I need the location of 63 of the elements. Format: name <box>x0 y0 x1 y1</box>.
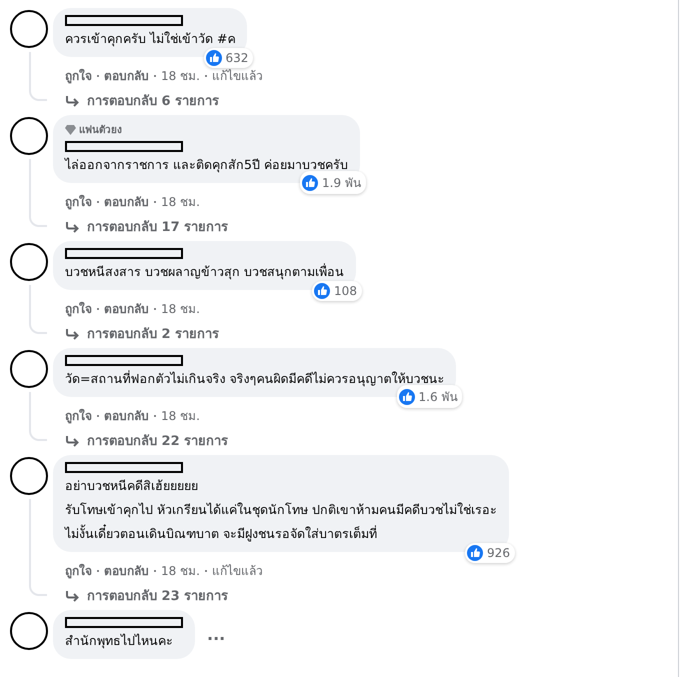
thread-line <box>29 392 47 441</box>
reply-link[interactable]: ตอบกลับ <box>104 66 149 85</box>
reply-arrow-icon <box>65 328 79 340</box>
like-link[interactable]: ถูกใจ <box>65 192 92 211</box>
avatar[interactable] <box>10 10 48 48</box>
comment-text: อย่าบวชหนีคดีสิเฮ้ยยยยย <box>65 477 199 494</box>
view-replies-link[interactable]: การตอบกลับ 22 รายการ <box>53 425 228 451</box>
reaction-number: 926 <box>487 546 510 560</box>
timestamp: 18 ชม. <box>161 68 200 85</box>
like-icon <box>302 174 318 190</box>
avatar[interactable] <box>10 457 48 495</box>
reply-link[interactable]: ตอบกลับ <box>104 561 149 580</box>
comment-text: วัด=สถานที่ฟอกตัวไม่เกินจริง จริงๆคนผิดมีคดีไม่ควรอนุญาตให้บวชนะ <box>65 370 444 387</box>
reply-link[interactable]: ตอบกลับ <box>104 299 149 318</box>
view-replies-link[interactable]: การตอบกลับ 6 รายการ <box>53 85 220 111</box>
reaction-number: 1.6 พัน <box>418 389 458 406</box>
view-replies-link[interactable]: การตอบกลับ 2 รายการ <box>53 318 220 344</box>
like-icon <box>314 283 330 299</box>
comment-text: ไม่งั้นเดี๋ยวตอนเดินบิณฑบาต จะมีฝูงชนรอจัดใส่บาตรเต็มที่ <box>65 525 378 542</box>
like-icon <box>467 545 484 561</box>
more-options[interactable]: ... <box>207 625 226 644</box>
edited-label: แก้ไขแล้ว <box>212 563 263 580</box>
comment-text: ควรเข้าคุกครับ ไม่ใช่เข้าวัด #ค <box>65 30 236 47</box>
thread-line <box>29 285 47 334</box>
diamond-icon <box>65 124 76 134</box>
like-icon <box>398 388 415 404</box>
reaction-number: 1.9 พัน <box>322 175 361 192</box>
comment-text: ไล่ออกจากราชการ และติดคุกสัก5ปี ค่อยมาบวชครับ <box>65 156 348 173</box>
reaction-number: 632 <box>226 51 248 65</box>
timestamp: 18 ชม. <box>161 194 200 211</box>
like-link[interactable]: ถูกใจ <box>65 66 92 85</box>
like-link[interactable]: ถูกใจ <box>65 406 92 425</box>
timestamp: 18 ชม. <box>161 301 200 318</box>
fan-label: แฟนตัวยง <box>79 124 122 137</box>
reaction-count[interactable]: 926 <box>465 543 515 563</box>
timestamp: 18 ชม. <box>161 408 200 425</box>
like-link[interactable]: ถูกใจ <box>65 561 92 580</box>
reaction-count[interactable]: 1.9 พัน <box>300 171 366 194</box>
timestamp: 18 ชม. <box>161 563 200 580</box>
reply-arrow-icon <box>65 94 79 106</box>
reaction-number: 108 <box>334 284 357 298</box>
reply-link[interactable]: ตอบกลับ <box>104 406 149 425</box>
reply-link[interactable]: ตอบกลับ <box>104 192 149 211</box>
reply-arrow-icon <box>65 434 79 446</box>
reaction-count[interactable]: 108 <box>312 281 362 301</box>
reply-arrow-icon <box>65 220 79 232</box>
view-replies-link[interactable]: การตอบกลับ 23 รายการ <box>53 580 228 606</box>
avatar[interactable] <box>10 243 48 281</box>
reaction-count[interactable]: 1.6 พัน <box>396 385 462 408</box>
avatar[interactable] <box>10 350 48 388</box>
thread-line <box>29 159 47 227</box>
reaction-count[interactable]: 632 <box>204 48 254 68</box>
avatar[interactable] <box>10 612 48 650</box>
thread-line <box>29 52 47 101</box>
like-icon <box>206 50 222 66</box>
view-replies-link[interactable]: การตอบกลับ 17 รายการ <box>53 211 228 237</box>
like-link[interactable]: ถูกใจ <box>65 299 92 318</box>
reply-arrow-icon <box>65 590 79 602</box>
comment-text: รับโทษเข้าคุกไป หัวเกรียนได้แค่ในชุดนักโทษ ปกติเขาห้ามคนมีคดีบวชไม่ใช่เรอะ <box>65 501 497 518</box>
comment-text: บวชหนีสงสาร บวชผลาญข้าวสุก บวชสนุกตามเพื่อน <box>65 263 344 280</box>
avatar[interactable] <box>10 117 48 155</box>
edited-label: แก้ไขแล้ว <box>212 68 263 85</box>
comment-text: สำนักพุทธไปไหนคะ <box>65 632 174 649</box>
